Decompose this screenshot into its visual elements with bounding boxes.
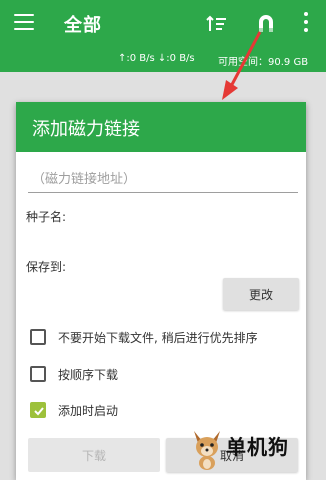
- checkbox-checked-icon[interactable]: [30, 402, 46, 418]
- more-vert-icon[interactable]: [303, 12, 309, 34]
- add-magnet-dialog: 添加磁力链接 种子名: 保存到: 更改 不要开始下载文件, 稍后进行优先排序 按…: [16, 102, 306, 480]
- dialog-header: 添加磁力链接: [16, 102, 306, 152]
- transfer-speed: ↑:0 B/s ↓:0 B/s: [118, 53, 195, 64]
- magnet-link-field-container: [28, 168, 306, 193]
- watermark-text: 单机狗: [226, 435, 289, 459]
- dog-mascot-icon: [194, 431, 220, 470]
- magnet-link-input[interactable]: [28, 168, 306, 191]
- watermark: 单机狗: [190, 427, 320, 475]
- status-bar: ↑:0 B/s ↓:0 B/s 可用空间：90.9 GB: [0, 48, 326, 72]
- page-title: 全部: [64, 15, 102, 36]
- download-button[interactable]: 下载: [28, 438, 160, 472]
- option-label: 不要开始下载文件, 稍后进行优先排序: [58, 331, 258, 345]
- torrent-name-label: 种子名:: [26, 210, 67, 224]
- annotation-arrow-icon: [222, 31, 262, 100]
- hamburger-menu-icon[interactable]: [14, 14, 34, 30]
- option-label: 添加时启动: [58, 404, 119, 418]
- dialog-title: 添加磁力链接: [32, 119, 140, 140]
- change-button[interactable]: 更改: [223, 278, 299, 310]
- checkbox-unchecked-icon[interactable]: [30, 329, 46, 345]
- checkbox-unchecked-icon[interactable]: [30, 366, 46, 382]
- option-label: 按顺序下载: [58, 368, 119, 382]
- save-to-label: 保存到:: [26, 260, 67, 274]
- app-bar: 全部: [0, 0, 326, 48]
